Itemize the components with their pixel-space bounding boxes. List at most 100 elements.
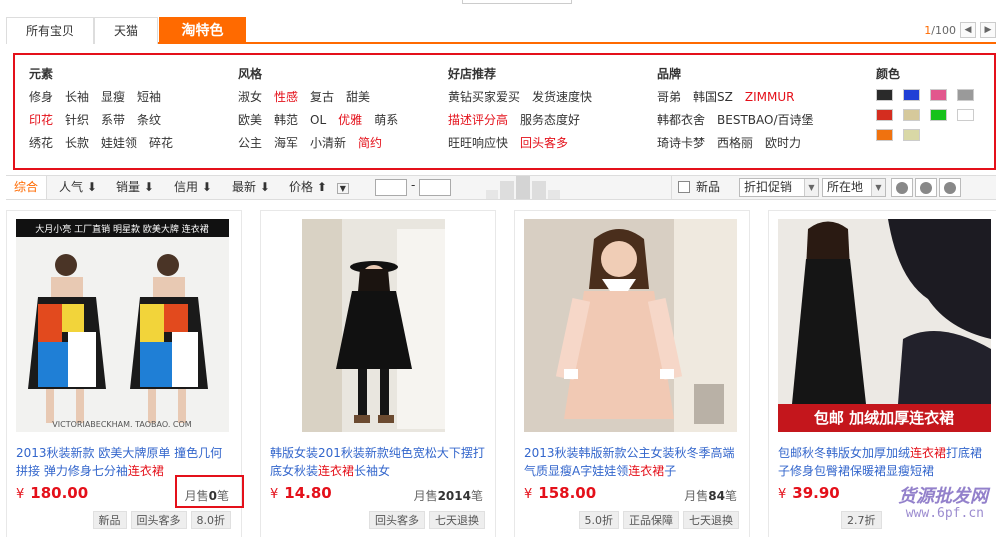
filter-option[interactable]: 公主 [238, 135, 262, 158]
product-card[interactable]: 2013秋装韩版新款公主女装秋冬季高端气质显瘦A字娃娃领连衣裙子 ¥158.00… [514, 210, 750, 537]
product-image[interactable] [524, 219, 737, 432]
filter-heading: 元素 [29, 67, 54, 81]
filter-elements: 元素 修身 长袖 显瘦 短袖印花 针织 系带 条纹绣花 长款 娃娃领 碎花 [29, 65, 185, 158]
filter-option[interactable]: 琦诗卡梦 [657, 135, 705, 158]
filter-option[interactable]: 优雅 [338, 112, 362, 135]
color-swatch[interactable] [903, 129, 920, 141]
filter-option[interactable]: 欧时力 [765, 135, 801, 158]
filter-icon-button-1[interactable] [891, 178, 913, 197]
product-tag[interactable]: 七天退换 [683, 511, 739, 529]
monthly-sales: 月售84笔 [684, 487, 737, 504]
filter-option[interactable]: 回头客多 [520, 135, 568, 158]
product-title[interactable]: 包邮秋冬韩版女加厚加绒连衣裙打底裙子修身包臀裙保暖裙显瘦短裙 [778, 444, 993, 480]
product-tag[interactable]: 新品 [92, 511, 127, 529]
filter-icon-button-3[interactable] [939, 178, 961, 197]
color-swatch[interactable] [903, 89, 920, 101]
tab-all-items[interactable]: 所有宝贝 [6, 17, 94, 44]
sales-suffix: 笔 [470, 489, 483, 503]
filter-option[interactable]: 海军 [274, 135, 298, 158]
color-swatch[interactable] [957, 109, 974, 121]
price-max-input[interactable] [419, 179, 451, 196]
filter-option[interactable]: 欧美 [238, 112, 262, 135]
filter-option[interactable]: 描述评分高 [448, 112, 508, 135]
tab-taotese[interactable]: 淘特色 [159, 17, 246, 44]
sort-price[interactable]: 价格 ⬆ ▼ [289, 176, 349, 199]
product-title[interactable]: 韩版女装201秋装新款纯色宽松大下摆打底女秋装连衣裙长袖女 [270, 444, 485, 480]
new-items-checkbox[interactable]: 新品 [671, 176, 720, 199]
filter-option[interactable]: 修身 [29, 89, 53, 112]
filter-option[interactable]: 哥弟 [657, 89, 681, 112]
product-title[interactable]: 2013秋装韩版新款公主女装秋冬季高端气质显瘦A字娃娃领连衣裙子 [524, 444, 739, 480]
filter-option[interactable]: 娃娃领 [101, 135, 137, 158]
filter-option[interactable]: 短袖 [137, 89, 161, 112]
location-dropdown[interactable]: 所在地 ▼ [822, 178, 886, 197]
color-swatch[interactable] [957, 89, 974, 101]
filter-option[interactable]: 西格丽 [717, 135, 753, 158]
product-tag[interactable]: 回头客多 [369, 511, 425, 529]
filter-option[interactable]: 韩国SZ [693, 89, 733, 112]
product-tag[interactable]: 正品保障 [623, 511, 679, 529]
color-swatch[interactable] [930, 89, 947, 101]
product-image[interactable] [302, 219, 445, 432]
product-tag[interactable]: 2.7折 [841, 511, 882, 529]
color-swatch[interactable] [876, 109, 893, 121]
filter-option[interactable]: 简约 [358, 135, 382, 158]
filter-option[interactable]: 复古 [310, 89, 334, 112]
filter-option[interactable]: 印花 [29, 112, 53, 135]
price-min-input[interactable] [375, 179, 407, 196]
sort-newest[interactable]: 最新 ⬇ [232, 176, 270, 199]
currency-symbol: ¥ [778, 487, 787, 502]
color-swatch[interactable] [876, 129, 893, 141]
filter-option[interactable]: 碎花 [149, 135, 173, 158]
color-swatch[interactable] [930, 109, 947, 121]
filter-option[interactable]: 绣花 [29, 135, 53, 158]
filter-option[interactable]: 旺旺响应快 [448, 135, 508, 158]
filter-option[interactable]: 性感 [274, 89, 298, 112]
filter-option[interactable]: 小清新 [310, 135, 346, 158]
tab-tmall[interactable]: 天猫 [94, 17, 158, 44]
product-card[interactable]: 韩版女装201秋装新款纯色宽松大下摆打底女秋装连衣裙长袖女 ¥14.80 月售2… [260, 210, 496, 537]
filter-option[interactable]: 黄钻买家爱买 [448, 89, 520, 112]
next-page-button[interactable]: ▶ [980, 22, 996, 38]
price-value: 14.80 [284, 484, 332, 502]
color-swatch[interactable] [876, 89, 893, 101]
filter-option[interactable]: 显瘦 [101, 89, 125, 112]
product-tag[interactable]: 回头客多 [130, 511, 187, 529]
filter-option[interactable]: 长款 [65, 135, 89, 158]
product-image[interactable]: 包邮 加绒加厚连衣裙 [778, 219, 991, 432]
sort-sales[interactable]: 销量 ⬇ [116, 176, 154, 199]
filter-option[interactable]: 韩范 [274, 112, 298, 135]
filter-option[interactable]: 针织 [65, 112, 89, 135]
filter-colors: 颜色 [876, 65, 974, 141]
filter-option[interactable]: 甜美 [346, 89, 370, 112]
filter-option[interactable]: 条纹 [137, 112, 161, 135]
filter-option[interactable]: 韩都衣舍 [657, 112, 705, 135]
filter-option[interactable]: 长袖 [65, 89, 89, 112]
filter-option[interactable]: 服务态度好 [520, 112, 580, 135]
color-swatch[interactable] [903, 109, 920, 121]
new-items-label: 新品 [696, 180, 721, 194]
price-range-bars[interactable] [486, 176, 562, 199]
product-tag[interactable]: 5.0折 [578, 511, 619, 529]
product-image[interactable]: 大月小亮 工厂直销 明星款 欧美大牌 连衣裙 VICTORIABECKHAM. … [16, 219, 229, 432]
filter-option[interactable]: ZIMMUR [745, 89, 795, 112]
prev-page-button[interactable]: ◀ [960, 22, 976, 38]
product-tag[interactable]: 七天退换 [429, 511, 485, 529]
sort-credit[interactable]: 信用 ⬇ [174, 176, 212, 199]
sort-popularity[interactable]: 人气 ⬇ [59, 176, 97, 199]
sort-default[interactable]: 综合 [6, 176, 48, 199]
price-separator: - [411, 178, 416, 192]
product-tag[interactable]: 8.0折 [190, 511, 231, 529]
filter-row: 黄钻买家爱买 发货速度快 [448, 89, 604, 112]
filter-option[interactable]: 系带 [101, 112, 125, 135]
filter-option[interactable]: 淑女 [238, 89, 262, 112]
filter-option[interactable]: OL [310, 112, 326, 135]
product-card[interactable]: 大月小亮 工厂直销 明星款 欧美大牌 连衣裙 VICTORIABECKHAM. … [6, 210, 244, 537]
promo-dropdown[interactable]: 折扣促销 ▼ [739, 178, 819, 197]
price-dropdown-icon[interactable]: ▼ [336, 183, 349, 194]
filter-icon-button-2[interactable] [915, 178, 937, 197]
filter-option[interactable]: 发货速度快 [532, 89, 592, 112]
filter-option[interactable]: 萌系 [374, 112, 398, 135]
location-label: 所在地 [827, 180, 864, 194]
filter-option[interactable]: BESTBAO/百诗堡 [717, 112, 813, 135]
